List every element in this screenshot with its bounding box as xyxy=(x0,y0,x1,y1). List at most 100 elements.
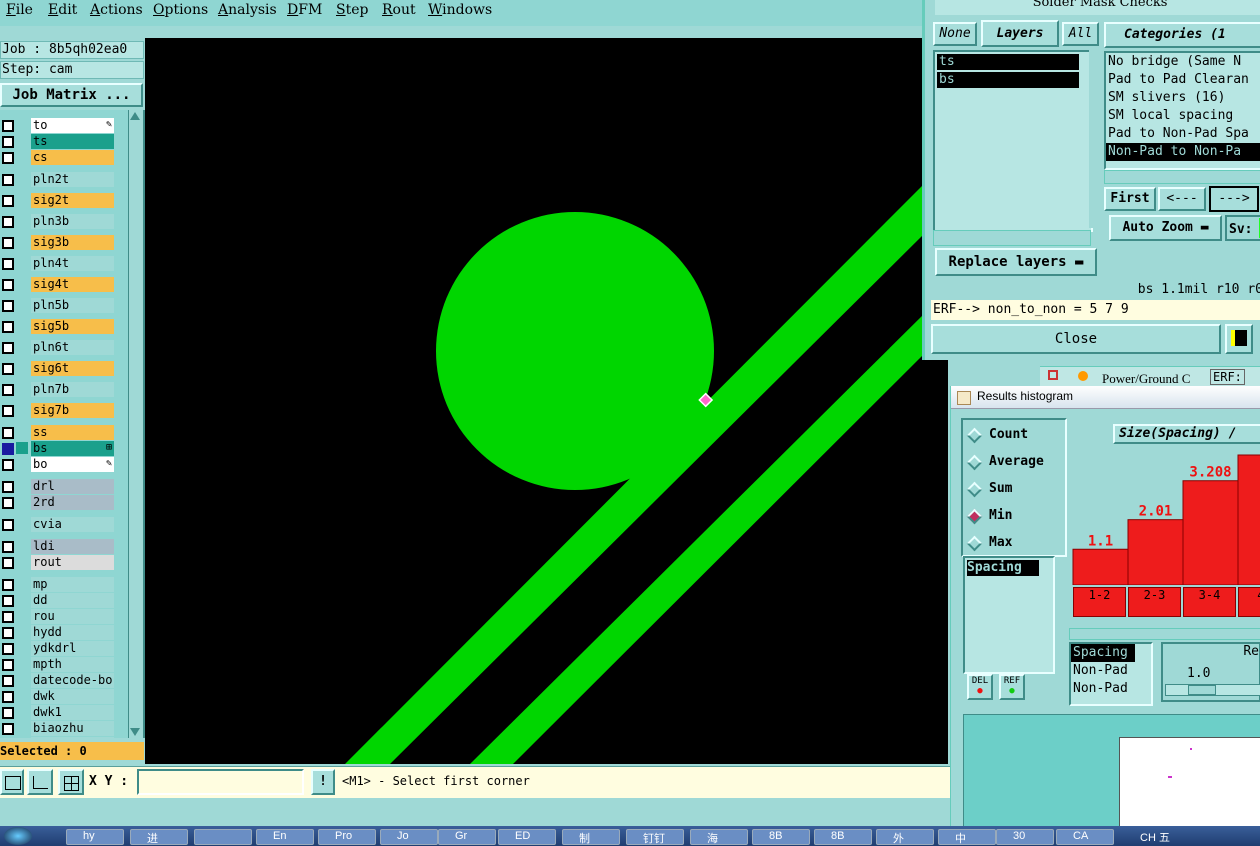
category-item[interactable]: Pad to Non-Pad Spa xyxy=(1106,125,1260,143)
layer-checkbox[interactable] xyxy=(2,691,14,703)
del-button[interactable]: DEL ● xyxy=(967,674,993,700)
taskbar-button[interactable]: 钉钉 xyxy=(626,829,684,845)
layer-row[interactable]: 2rd xyxy=(0,495,118,510)
layer-checkbox[interactable] xyxy=(2,300,14,312)
layer-checkbox[interactable] xyxy=(2,258,14,270)
taskbar-button[interactable]: 30 xyxy=(996,829,1054,845)
layer-checkbox[interactable] xyxy=(2,195,14,207)
mode-min[interactable]: Min xyxy=(963,507,1061,529)
layer-row[interactable]: mp xyxy=(0,577,118,592)
layer-row[interactable]: hydd xyxy=(0,625,118,640)
histogram-bar[interactable] xyxy=(1182,480,1239,586)
layer-row[interactable]: dd xyxy=(0,593,118,608)
close-button[interactable]: Close xyxy=(931,324,1221,354)
layer-checkbox[interactable] xyxy=(2,519,14,531)
layer-checkbox[interactable] xyxy=(2,643,14,655)
layer-checkbox[interactable] xyxy=(2,627,14,639)
layer-row[interactable]: bs ⊞ xyxy=(0,441,118,456)
layer-checkbox[interactable] xyxy=(2,152,14,164)
layer-checkbox[interactable] xyxy=(2,541,14,553)
layer-checkbox[interactable] xyxy=(2,595,14,607)
first-button[interactable]: First xyxy=(1104,187,1156,211)
taskbar-button[interactable]: 中 xyxy=(938,829,996,845)
grid-icon[interactable] xyxy=(58,769,84,795)
layer-checkbox[interactable] xyxy=(2,443,14,455)
menu-actions[interactable]: Actions xyxy=(90,2,143,18)
none-button[interactable]: None xyxy=(933,22,977,46)
menu-step[interactable]: Step xyxy=(336,2,368,18)
layer-checkbox[interactable] xyxy=(2,723,14,735)
taskbar-button[interactable]: 进 xyxy=(130,829,188,845)
layer-row[interactable]: pln3b xyxy=(0,214,118,229)
layer-checkbox[interactable] xyxy=(2,427,14,439)
replace-layers-dropdown[interactable]: Replace layers ▬ xyxy=(935,248,1097,276)
layer-row[interactable]: datecode-bo xyxy=(0,673,118,688)
menu-dfm[interactable]: DFM xyxy=(287,2,322,18)
layer-row[interactable]: dwk xyxy=(0,689,118,704)
size-dropdown[interactable]: Size(Spacing) / xyxy=(1113,424,1260,444)
help-icon[interactable] xyxy=(1225,324,1253,354)
taskbar-button[interactable]: 8B xyxy=(814,829,872,845)
scroll-up-icon[interactable] xyxy=(130,112,140,120)
menu-options[interactable]: Options xyxy=(153,2,208,18)
categories-hscroll[interactable] xyxy=(1104,170,1260,184)
taskbar-button[interactable]: 8B xyxy=(752,829,810,845)
layer-checkbox[interactable] xyxy=(2,363,14,375)
layer-row[interactable]: dwk1 xyxy=(0,705,118,720)
graphics-canvas[interactable] xyxy=(145,38,948,764)
taskbar-button[interactable]: 外 xyxy=(876,829,934,845)
layer-row[interactable]: rou xyxy=(0,609,118,624)
mask-layer-scrollbar[interactable] xyxy=(1089,50,1101,228)
category-item[interactable]: SM local spacing xyxy=(1106,107,1260,125)
all-button[interactable]: All xyxy=(1062,22,1099,46)
radio-icon[interactable] xyxy=(966,535,983,552)
taskbar-button[interactable] xyxy=(194,829,252,845)
xy-input[interactable] xyxy=(137,769,304,795)
menu-rout[interactable]: Rout xyxy=(382,2,416,18)
measure-icon[interactable] xyxy=(27,769,53,795)
layer-checkbox[interactable] xyxy=(2,321,14,333)
layer-row[interactable]: cs xyxy=(0,150,118,165)
menu-analysis[interactable]: Analysis xyxy=(218,2,277,18)
layer-row[interactable]: pln2t xyxy=(0,172,118,187)
layer-row[interactable]: d xyxy=(0,737,118,738)
taskbar-button[interactable]: 制 xyxy=(562,829,620,845)
layer-row[interactable]: to ✎ xyxy=(0,118,118,133)
layer-checkbox[interactable] xyxy=(2,120,14,132)
layer-row[interactable]: sig2t xyxy=(0,193,118,208)
taskbar-button[interactable]: En xyxy=(256,829,314,845)
category-item[interactable]: SM slivers (16) xyxy=(1106,89,1260,107)
layer-row[interactable]: ldi xyxy=(0,539,118,554)
range-slider[interactable] xyxy=(1165,684,1260,696)
taskbar-button[interactable]: hy xyxy=(66,829,124,845)
layer-row[interactable]: ss xyxy=(0,425,118,440)
menu-windows[interactable]: Windows xyxy=(428,2,492,18)
layer-row[interactable]: sig7b xyxy=(0,403,118,418)
job-matrix-button[interactable]: Job Matrix ... xyxy=(0,83,143,107)
layer-row[interactable]: rout xyxy=(0,555,118,570)
mode-sum[interactable]: Sum xyxy=(963,480,1061,502)
layer-checkbox[interactable] xyxy=(2,579,14,591)
taskbar-button[interactable]: CA xyxy=(1056,829,1114,845)
layer-row[interactable]: mpth xyxy=(0,657,118,672)
layer-row[interactable]: drl xyxy=(0,479,118,494)
menu-edit[interactable]: Edit xyxy=(48,2,77,18)
ref-button[interactable]: REF ● xyxy=(999,674,1025,700)
layer-row[interactable]: sig3b xyxy=(0,235,118,250)
layer-checkbox[interactable] xyxy=(2,237,14,249)
histogram-bar[interactable] xyxy=(1072,548,1129,586)
tab-layers[interactable]: Layers xyxy=(981,20,1059,47)
menu-file[interactable]: File xyxy=(6,2,33,18)
layer-row[interactable]: pln4t xyxy=(0,256,118,271)
layer-checkbox[interactable] xyxy=(2,675,14,687)
categories-header[interactable]: Categories (1 xyxy=(1104,22,1260,48)
hist-list-scrollbar[interactable] xyxy=(1051,556,1061,670)
layer-checkbox[interactable] xyxy=(2,707,14,719)
layer-checkbox[interactable] xyxy=(2,557,14,569)
next-button[interactable]: ---> xyxy=(1209,186,1259,212)
layer-row[interactable]: biaozhu xyxy=(0,721,118,736)
layer-checkbox[interactable] xyxy=(2,174,14,186)
layer-row[interactable]: sig5b xyxy=(0,319,118,334)
layer-scrollbar[interactable] xyxy=(128,110,143,738)
mode-count[interactable]: Count xyxy=(963,426,1061,448)
